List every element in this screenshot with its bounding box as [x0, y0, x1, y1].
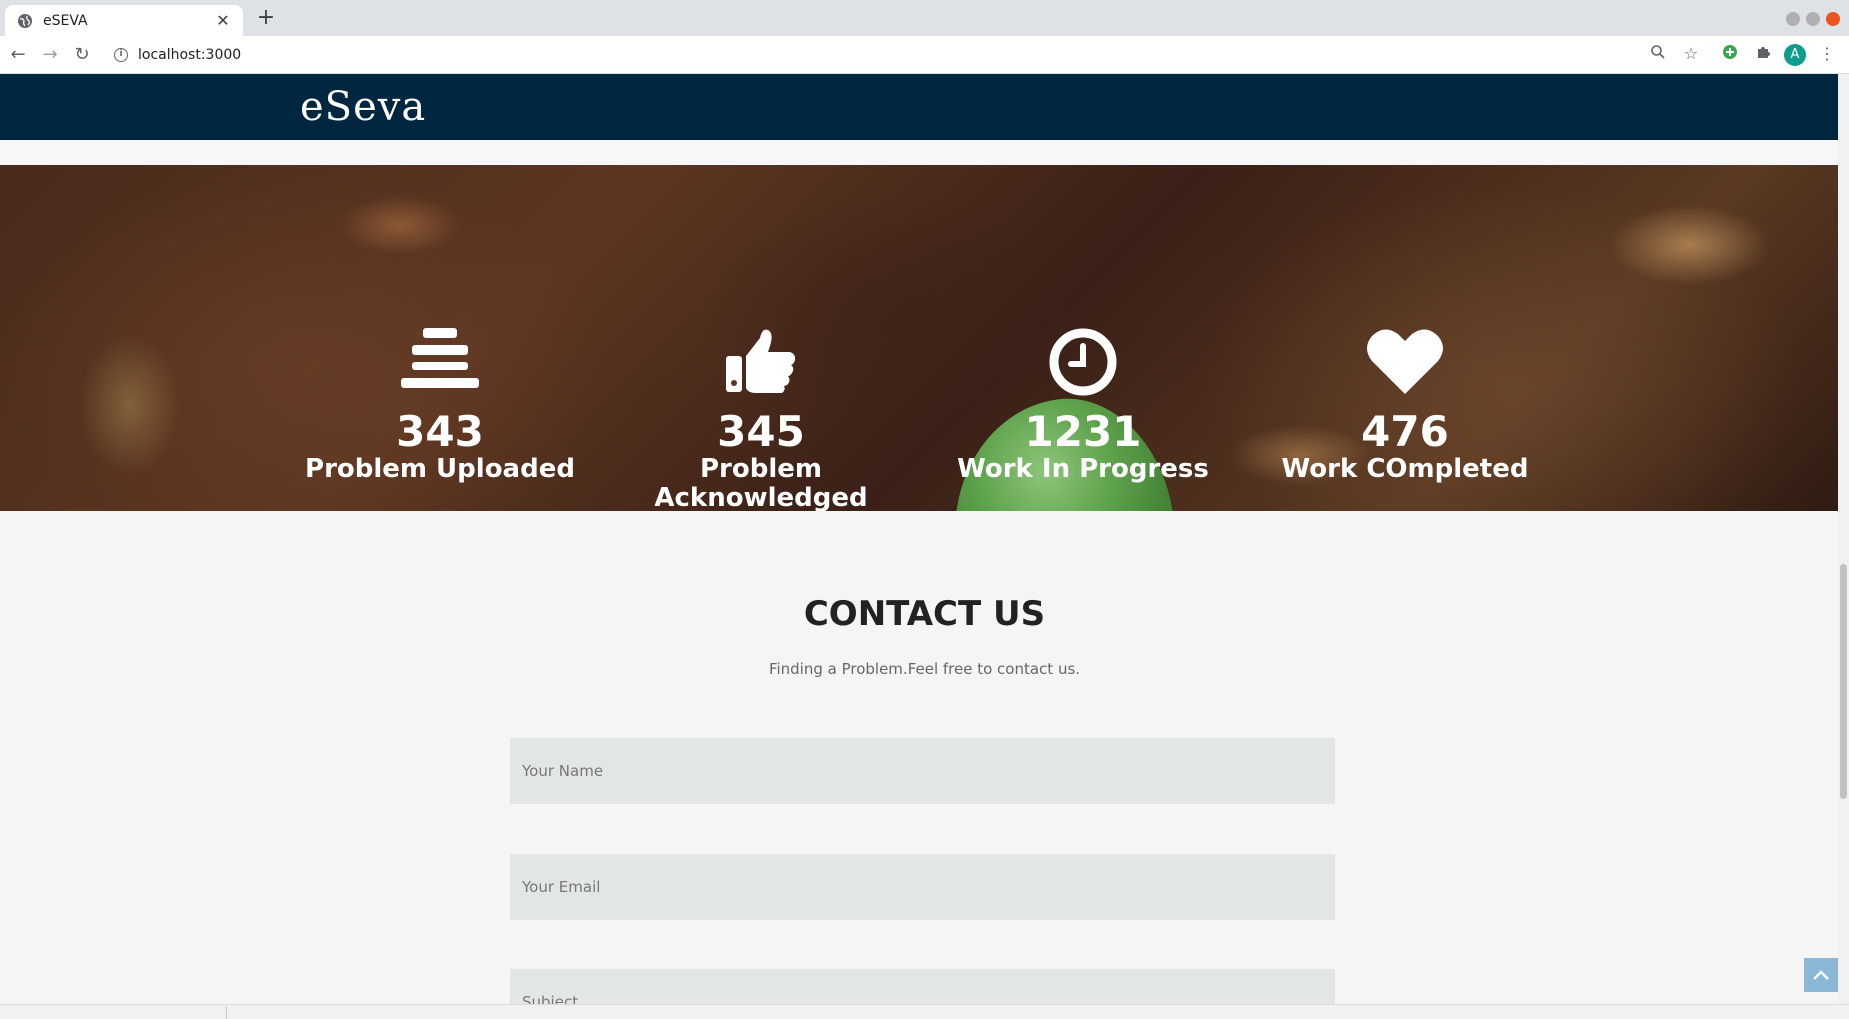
close-icon[interactable]: ✕ — [215, 11, 231, 30]
reload-icon[interactable]: ↻ — [72, 45, 92, 65]
thumbs-up-icon — [726, 329, 796, 393]
subject-field[interactable] — [510, 969, 1335, 1004]
globe-icon — [18, 13, 32, 28]
clock-icon — [1049, 328, 1117, 396]
plus-icon[interactable]: + — [256, 7, 276, 29]
stat-label: Problem Acknowledged — [654, 454, 868, 512]
stat-number: 1231 — [1024, 407, 1142, 456]
tab-title: eSEVA — [43, 12, 88, 29]
puzzle-icon[interactable] — [1753, 44, 1773, 64]
contact-subtitle: Finding a Problem.Feel free to contact u… — [768, 660, 1081, 678]
forward-icon[interactable]: → — [40, 45, 60, 65]
star-icon[interactable]: ☆ — [1681, 44, 1701, 64]
stat-label: Work In Progress — [957, 454, 1209, 484]
status-divider — [226, 1006, 227, 1019]
extension-icon[interactable] — [1720, 44, 1740, 64]
close-window-button[interactable] — [1826, 12, 1840, 26]
navbar-spacer — [0, 140, 1849, 165]
back-icon[interactable]: ← — [8, 45, 28, 65]
stats-section: 343 Problem Uploaded 345 Problem Acknowl… — [0, 165, 1849, 511]
site-logo[interactable]: eSeva — [300, 84, 426, 130]
minimize-window-button[interactable] — [1786, 12, 1800, 26]
browser-toolbar: ← → ↻ i localhost:3000 ☆ A ⋮ — [0, 36, 1849, 74]
heart-icon — [1367, 329, 1443, 394]
browser-tabstrip: eSEVA ✕ + — [0, 0, 1849, 36]
info-icon[interactable]: i — [114, 48, 128, 62]
url-text[interactable]: localhost:3000 — [138, 47, 241, 63]
back-to-top-button[interactable] — [1804, 958, 1838, 992]
stat-label: Problem Uploaded — [305, 454, 575, 484]
zoom-icon[interactable] — [1648, 44, 1668, 64]
browser-tab[interactable]: eSEVA ✕ — [5, 5, 243, 36]
menu-icon[interactable]: ⋮ — [1817, 44, 1837, 64]
stat-number: 343 — [396, 407, 484, 456]
site-navbar: eSeva — [0, 74, 1849, 140]
status-bar — [0, 1004, 1849, 1019]
bars-icon — [401, 328, 479, 388]
scrollbar-thumb[interactable] — [1840, 564, 1847, 799]
stat-number: 345 — [717, 407, 805, 456]
avatar[interactable]: A — [1784, 44, 1806, 66]
address-bar[interactable]: i localhost:3000 — [106, 41, 1726, 69]
stat-label: Work COmpleted — [1281, 454, 1529, 484]
contact-title: CONTACT US — [803, 594, 1046, 634]
maximize-window-button[interactable] — [1806, 12, 1820, 26]
scrollbar[interactable] — [1838, 74, 1849, 1004]
chevron-up-icon — [1813, 970, 1829, 980]
name-field[interactable] — [510, 738, 1335, 804]
stat-number: 476 — [1361, 407, 1449, 456]
page-viewport: eSeva 343 Problem Uploaded 345 Problem A… — [0, 74, 1849, 1004]
email-field[interactable] — [510, 854, 1335, 920]
